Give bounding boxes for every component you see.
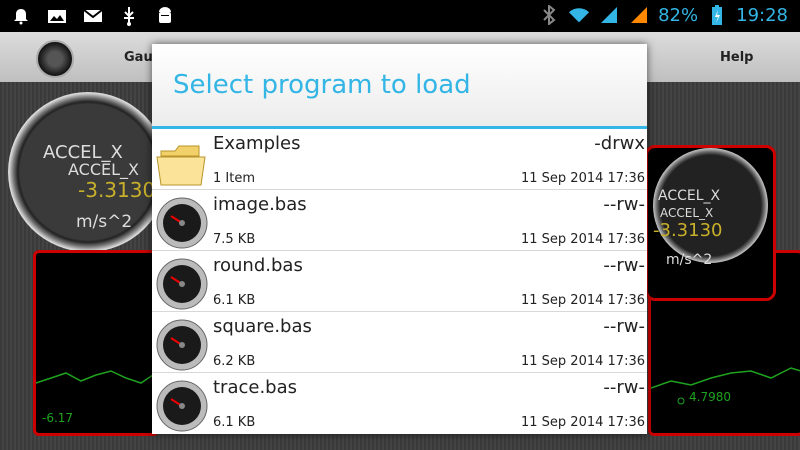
battery-percent: 82% (658, 4, 699, 26)
bluetooth-icon (538, 4, 560, 26)
gauge-small-unit: m/s^2 (666, 252, 713, 268)
graph-current-value: 4.7980 (689, 390, 731, 404)
file-row-examples[interactable]: Examples -drwx 1 Item 11 Sep 2014 17:36 (152, 129, 647, 190)
file-list: Examples -drwx 1 Item 11 Sep 2014 17:36 … (152, 129, 647, 433)
gauge-small-label: ACCEL_X (658, 188, 721, 204)
file-size: 1 Item (213, 171, 255, 186)
usb-icon (118, 5, 140, 27)
file-name: Examples (213, 133, 301, 154)
file-date: 11 Sep 2014 17:36 (521, 293, 645, 308)
file-permissions: --rw- (603, 194, 645, 215)
status-bar: 82% 19:28 (0, 0, 800, 32)
gauge-icon (155, 196, 209, 250)
graph-line (35, 370, 157, 384)
tab-help[interactable]: Help (720, 50, 753, 65)
select-program-dialog: Select program to load Examples -drwx 1 … (152, 44, 647, 434)
accel-gauge-small: ACCEL_X ACCEL_X -3.3130 m/s^2 (645, 145, 776, 301)
file-size: 7.5 KB (213, 232, 256, 247)
signal-icon-2 (628, 4, 650, 26)
gmail-icon (82, 5, 104, 27)
file-name: square.bas (213, 316, 312, 337)
notification-icons (10, 5, 176, 27)
file-row-image-bas[interactable]: image.bas --rw- 7.5 KB 11 Sep 2014 17:36 (152, 190, 647, 251)
file-permissions: --rw- (603, 377, 645, 398)
clock: 19:28 (736, 4, 788, 26)
file-permissions: -drwx (594, 133, 645, 154)
file-size: 6.1 KB (213, 415, 256, 430)
gauge-icon (155, 257, 209, 311)
file-date: 11 Sep 2014 17:36 (521, 171, 645, 186)
gauge-icon (155, 318, 209, 372)
gauge-value: -3.3130 (78, 178, 156, 202)
gauge-small-label-secondary: ACCEL_X (660, 206, 714, 220)
file-row-round-bas[interactable]: round.bas --rw- 6.1 KB 11 Sep 2014 17:36 (152, 251, 647, 312)
graph-min-value: -6.17 (42, 411, 74, 425)
file-date: 11 Sep 2014 17:36 (521, 415, 645, 430)
tab-gauges[interactable]: Gau (124, 50, 153, 65)
wifi-icon (568, 4, 590, 26)
file-date: 11 Sep 2014 17:36 (521, 354, 645, 369)
file-permissions: --rw- (603, 316, 645, 337)
battery-charging-icon (706, 4, 728, 26)
gauge-small-value: -3.3130 (653, 220, 723, 241)
file-row-trace-bas[interactable]: trace.bas --rw- 6.1 KB 11 Sep 2014 17:36 (152, 373, 647, 433)
app-gauge-icon[interactable] (36, 40, 74, 78)
file-name: round.bas (213, 255, 303, 276)
dialog-header: Select program to load (152, 44, 647, 126)
gauge-label-secondary: ACCEL_X (68, 160, 139, 179)
gauge-icon (155, 379, 209, 433)
gauge-unit: m/s^2 (76, 212, 133, 232)
system-indicators: 82% 19:28 (538, 4, 788, 26)
alarm-bell-icon (10, 5, 32, 27)
file-date: 11 Sep 2014 17:36 (521, 232, 645, 247)
folder-icon (155, 135, 209, 189)
file-name: trace.bas (213, 377, 298, 398)
file-size: 6.2 KB (213, 354, 256, 369)
android-debug-icon (154, 5, 176, 27)
photo-icon (46, 5, 68, 27)
file-name: image.bas (213, 194, 307, 215)
file-size: 6.1 KB (213, 293, 256, 308)
signal-icon (598, 4, 620, 26)
accel-gauge-large: ACCEL_X ACCEL_X -3.3130 m/s^2 (8, 92, 168, 252)
dialog-title: Select program to load (173, 70, 471, 100)
file-row-square-bas[interactable]: square.bas --rw- 6.2 KB 11 Sep 2014 17:3… (152, 312, 647, 373)
accel-graph-left: -6.17 (33, 250, 159, 436)
file-permissions: --rw- (603, 255, 645, 276)
